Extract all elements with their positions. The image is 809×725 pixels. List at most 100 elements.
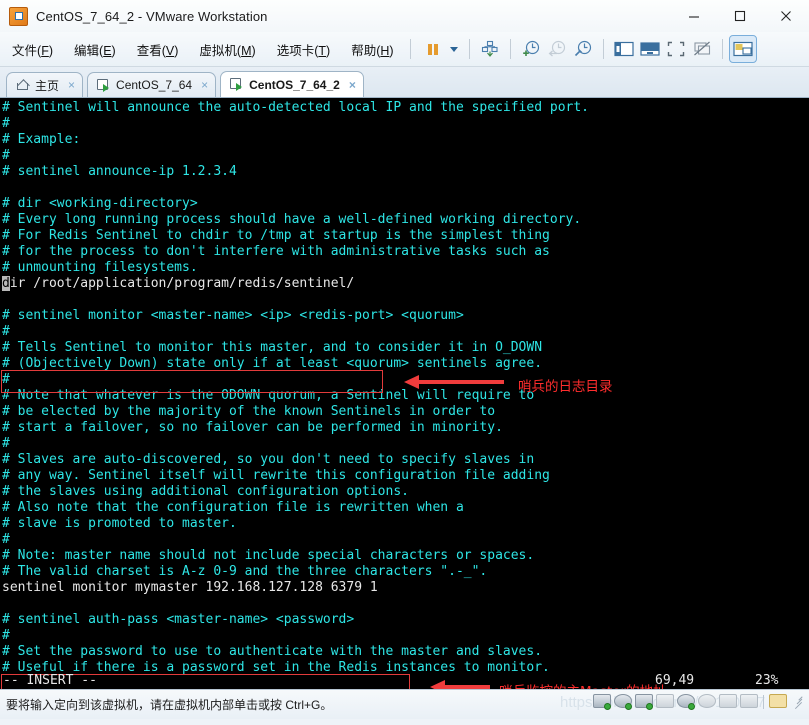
maximize-button[interactable] — [717, 0, 763, 32]
vim-cursor-position: 69,49 — [655, 673, 695, 688]
terminal-line: # Also note that the configuration file … — [2, 500, 464, 515]
vm-console[interactable]: # Sentinel will announce the auto-detect… — [0, 98, 809, 689]
snapshot-revert-icon — [548, 40, 565, 57]
terminal-line: # — [2, 628, 10, 643]
tray-usb2-icon[interactable] — [740, 693, 758, 711]
tab-centos-7-64[interactable]: CentOS_7_64 × — [87, 72, 217, 97]
toolbar-divider-2 — [468, 39, 470, 59]
device-tray — [593, 693, 805, 711]
minimize-button[interactable] — [671, 0, 717, 32]
close-button[interactable] — [763, 0, 809, 32]
status-bar: 要将输入定向到该虚拟机，请在虚拟机内部单击或按 Ctrl+G。 https://… — [0, 689, 809, 719]
tray-sound-icon[interactable] — [677, 693, 695, 711]
show-thumbnails-button[interactable] — [637, 36, 663, 62]
revert-snapshot-button[interactable] — [544, 36, 570, 62]
terminal-line: # Slaves are auto-discovered, so you don… — [2, 452, 535, 467]
vmware-workstation-window: CentOS_7_64_2 - VMware Workstation 文件(F)… — [0, 0, 809, 725]
snapshot-manager-settings-button[interactable] — [570, 36, 596, 62]
menu-vm[interactable]: 虚拟机(M) — [190, 36, 264, 63]
unity-icon — [693, 41, 710, 56]
menu-tabs[interactable]: 选项卡(T) — [268, 36, 340, 63]
tab-centos-7-64-2[interactable]: CentOS_7_64_2 × — [220, 71, 364, 97]
terminal-line: # For Redis Sentinel to chdir to /tmp at… — [2, 228, 550, 243]
take-snapshot-button[interactable] — [518, 36, 544, 62]
tab-home-close-icon[interactable]: × — [68, 79, 75, 91]
terminal-line: # — [2, 324, 10, 339]
terminal-line: # unmounting filesystems. — [2, 260, 198, 275]
tray-harddisk-icon[interactable] — [593, 693, 611, 711]
tab-centos-7-64-label: CentOS_7_64 — [116, 78, 193, 92]
terminal-line: # Example: — [2, 132, 81, 147]
sentinel-log-dir-annotation: 哨兵的日志目录 — [518, 379, 613, 395]
toolbar-divider-3 — [509, 39, 511, 59]
terminal-line: # Every long running process should have… — [2, 212, 582, 227]
tray-printer-icon[interactable] — [656, 693, 674, 711]
terminal-line: # sentinel announce-ip 1.2.3.4 — [2, 164, 237, 179]
menu-file-accel: F — [41, 43, 49, 58]
menu-view[interactable]: 查看(V) — [128, 36, 188, 63]
tray-notes-icon[interactable] — [769, 693, 787, 711]
terminal-line: # slave is promoted to master. — [2, 516, 237, 531]
terminal-line: # Tells Sentinel to monitor this master,… — [2, 340, 543, 355]
tab-home-label: 主页 — [35, 78, 60, 93]
menu-file[interactable]: 文件(F) — [3, 36, 62, 63]
terminal-line: sentinel monitor mymaster 192.168.127.12… — [2, 580, 378, 595]
snapshot-settings-icon — [574, 40, 591, 57]
toolbar-divider-5 — [721, 39, 723, 59]
snapshot-add-icon — [522, 40, 539, 56]
vm-icon — [97, 78, 111, 92]
title-bar: CentOS_7_64_2 - VMware Workstation — [0, 0, 809, 32]
log-dir-highlight-box — [1, 370, 383, 393]
vm-icon — [230, 78, 244, 91]
terminal-line: # dir <working-directory> — [2, 196, 198, 211]
terminal-line: # — [2, 116, 10, 131]
menu-view-label: 查看 — [136, 43, 162, 58]
menu-help-label: 帮助 — [351, 43, 377, 58]
menu-help-accel: H — [380, 43, 390, 58]
terminal-line: # sentinel monitor <master-name> <ip> <r… — [2, 308, 464, 323]
tray-cdrom-icon[interactable] — [614, 693, 632, 711]
menu-help[interactable]: 帮助(H) — [342, 36, 402, 63]
show-library-button[interactable] — [611, 36, 637, 62]
toolbar — [420, 35, 757, 63]
terminal-line: # be elected by the majority of the know… — [2, 404, 496, 419]
library-panel-icon — [613, 41, 634, 57]
resize-grip[interactable] — [793, 695, 805, 710]
tab-centos-7-64-2-label: CentOS_7_64_2 — [249, 77, 340, 92]
toolbar-divider-4 — [602, 39, 604, 59]
tab-centos-7-64-2-close-icon[interactable]: × — [349, 79, 356, 91]
suspend-button[interactable] — [420, 36, 446, 62]
menu-bar: 文件(F) 编辑(E) 查看(V) 虚拟机(M) 选项卡(T) 帮助(H) — [0, 32, 809, 67]
console-view-button[interactable] — [728, 35, 757, 63]
terminal-line: # The valid charset is A-z 0-9 and the t… — [2, 564, 488, 579]
unity-mode-button[interactable] — [689, 36, 715, 62]
terminal-line: # — [2, 148, 10, 163]
terminal-line: dir /root/application/program/redis/sent… — [2, 276, 355, 291]
menu-file-label: 文件 — [12, 43, 38, 58]
tab-centos-7-64-close-icon[interactable]: × — [201, 79, 208, 91]
fullscreen-icon — [667, 41, 684, 57]
tray-network-icon[interactable] — [635, 693, 653, 711]
manage-snapshots-button[interactable] — [477, 36, 503, 62]
menu-edit-accel: E — [103, 43, 112, 58]
menu-edit[interactable]: 编辑(E) — [65, 36, 125, 63]
vim-status-line: -- INSERT -- 69,49 23% — [0, 672, 809, 689]
tab-home[interactable]: 主页 × — [6, 72, 84, 97]
full-screen-button[interactable] — [663, 36, 689, 62]
terminal-line: # for the process to don't interfere wit… — [2, 244, 550, 259]
terminal-line: # Sentinel will announce the auto-detect… — [2, 100, 589, 115]
terminal-line: # any way. Sentinel itself will rewrite … — [2, 468, 550, 483]
snapshot-manager-icon — [481, 40, 498, 57]
tray-usb-icon[interactable] — [719, 693, 737, 711]
terminal-line: # — [2, 436, 10, 451]
console-view-icon — [732, 41, 753, 57]
toolbar-divider-1 — [409, 39, 411, 59]
tray-camera-icon[interactable] — [698, 693, 716, 711]
terminal-line: # — [2, 532, 10, 547]
menu-vm-accel: M — [241, 43, 252, 58]
chevron-down-icon[interactable] — [449, 46, 458, 52]
terminal-line: # sentinel auth-pass <master-name> <pass… — [2, 612, 355, 627]
